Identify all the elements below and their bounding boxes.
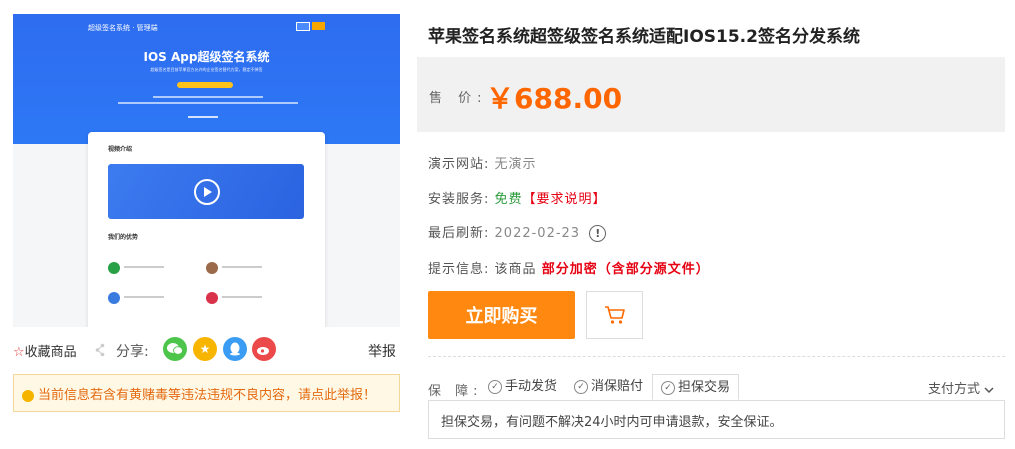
share-label: 分享: — [116, 344, 149, 360]
install-label: 安装服务: — [428, 192, 490, 207]
preview-hero: 超级签名系统 · 管理端 IOS App超级签名系统 超级签名是目前苹果官方允许… — [13, 14, 400, 144]
report-link[interactable]: 举报 — [368, 341, 396, 361]
demo-value: 无演示 — [494, 157, 537, 172]
preview-section-video: 视频介绍 — [108, 146, 133, 153]
cart-icon — [605, 306, 625, 324]
notice-text: 当前信息若含有黄赌毒等违法违规不良内容，请点此举报！ — [38, 388, 377, 403]
pay-method-label: 支付方式 — [928, 382, 981, 397]
preview-brand: 超级签名系统 · 管理端 — [88, 24, 158, 32]
refresh-value: 2022-02-23 — [494, 226, 581, 241]
weibo-share-icon[interactable] — [252, 337, 276, 361]
install-free: 免费 — [494, 192, 523, 207]
chevron-down-icon — [984, 386, 994, 393]
tab-manual-delivery[interactable]: ✓ 手动发货 — [488, 374, 557, 400]
guarantee-content: 担保交易，有问题不解决24小时内可申请退款，安全保证。 — [428, 400, 1005, 439]
tip-value: 部分加密（含部分源文件） — [541, 262, 710, 277]
tab-label: 消保赔付 — [591, 379, 644, 394]
preview-subline: 超级签名是目前苹果官方允许的企业签名替代方案，稳定不掉签 — [150, 67, 263, 72]
preview-text-line — [222, 296, 262, 298]
shield-icon — [108, 262, 120, 274]
lightbulb-icon — [22, 389, 34, 402]
wechat-share-icon[interactable] — [163, 337, 187, 361]
buy-now-button[interactable]: 立即购买 — [428, 291, 575, 339]
install-note-link[interactable]: 【要求说明】 — [523, 192, 607, 207]
preview-headline: IOS App超级签名系统 — [143, 50, 270, 64]
preview-text-line — [124, 296, 164, 298]
price-label: 售 价: — [429, 91, 488, 106]
product-preview-image[interactable]: 超级签名系统 · 管理端 IOS App超级签名系统 超级签名是目前苹果官方允许… — [13, 14, 400, 327]
preview-video — [108, 164, 304, 219]
box-icon — [206, 262, 218, 274]
preview-text-line — [118, 102, 298, 104]
demo-label: 演示网站: — [428, 157, 490, 172]
pay-method-dropdown[interactable]: 支付方式 — [928, 378, 994, 397]
install-row: 安装服务: 免费【要求说明】 — [428, 188, 607, 207]
user-icon — [108, 292, 120, 304]
qq-share-icon[interactable] — [223, 337, 247, 361]
share-icon — [95, 343, 105, 357]
favorite-label: 收藏商品 — [24, 345, 77, 360]
preview-text-line — [153, 96, 263, 98]
tab-consumer-compensation[interactable]: ✓ 消保赔付 — [574, 374, 643, 400]
tab-label: 担保交易 — [678, 380, 731, 395]
add-to-cart-button[interactable] — [586, 291, 643, 339]
grid-icon — [206, 292, 218, 304]
star-icon: ☆ — [13, 345, 25, 360]
report-notice[interactable]: 当前信息若含有黄赌毒等违法违规不良内容，请点此举报！ — [13, 374, 400, 412]
tab-label: 手动发货 — [505, 379, 558, 394]
preview-section-adv: 我们的优势 — [108, 234, 139, 241]
qzone-share-icon[interactable]: ★ — [193, 337, 217, 361]
tip-row: 提示信息: 该商品 部分加密（含部分源文件） — [428, 258, 710, 277]
info-icon[interactable]: ! — [589, 225, 607, 242]
price-value: ￥688.00 — [486, 82, 623, 115]
preview-register-button — [312, 22, 325, 30]
guarantee-label: 保 障: — [428, 384, 483, 399]
preview-text-line — [222, 266, 262, 268]
divider — [428, 356, 1005, 357]
preview-card: 视频介绍 我们的优势 — [88, 132, 325, 327]
refresh-row: 最后刷新: 2022-02-23 ! — [428, 222, 607, 242]
check-icon: ✓ — [488, 379, 502, 394]
tip-label: 提示信息: — [428, 262, 490, 277]
tip-prefix: 该商品 — [494, 262, 537, 277]
price-box: 售 价: ￥688.00 — [417, 57, 1005, 132]
favorite-button[interactable]: ☆收藏商品 — [13, 341, 77, 360]
play-icon — [194, 179, 220, 205]
demo-row: 演示网站: 无演示 — [428, 153, 537, 172]
check-icon: ✓ — [661, 380, 675, 395]
preview-text-line — [188, 116, 218, 118]
preview-text-line — [124, 266, 164, 268]
refresh-label: 最后刷新: — [428, 226, 490, 241]
tab-escrow[interactable]: ✓ 担保交易 — [652, 374, 740, 400]
preview-login-button — [296, 22, 310, 31]
product-title: 苹果签名系统超签级签名系统适配IOS15.2签名分发系统 — [428, 27, 860, 47]
preview-cta — [177, 82, 233, 88]
check-icon: ✓ — [574, 379, 588, 394]
